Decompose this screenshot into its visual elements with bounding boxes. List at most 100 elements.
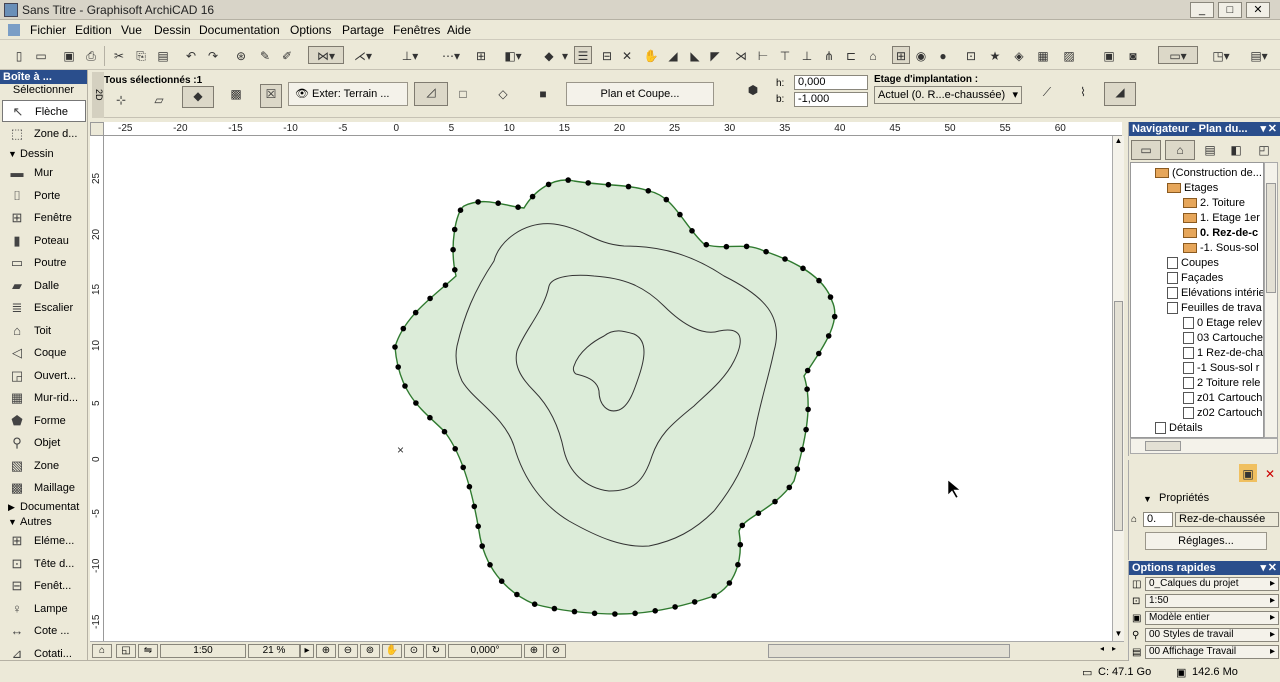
redo-icon[interactable]: ↷ <box>204 46 222 64</box>
tool-fenetre-2[interactable]: ⊟ Fenêt... <box>2 575 86 597</box>
mesh-vertex[interactable] <box>743 243 750 250</box>
delete-view-icon[interactable]: ✕ <box>1261 464 1279 482</box>
zoom-arrow-icon[interactable]: ▸ <box>300 644 314 658</box>
maximize-icon[interactable]: □ <box>1218 2 1242 18</box>
favorites-star-icon[interactable]: ★ <box>986 46 1004 64</box>
print-icon[interactable]: ⎙ <box>82 46 100 64</box>
menu-documentation[interactable]: Documentation <box>199 23 280 37</box>
mesh-vertex[interactable] <box>786 484 793 491</box>
mesh-vertex[interactable] <box>782 256 788 262</box>
mesh-settings-icon[interactable]: ▩ <box>222 84 250 108</box>
mesh-vertex[interactable] <box>479 543 486 549</box>
properties-id[interactable]: 0. <box>1143 512 1173 527</box>
ridge-view-icon[interactable]: ⌇ <box>1068 82 1098 104</box>
3d-view-icon[interactable]: ◉ <box>912 46 930 64</box>
selection-method-icon[interactable]: ⊹ <box>112 90 130 108</box>
tool-ouverture[interactable]: ◲ Ouvert... <box>2 365 86 387</box>
mesh-vertex[interactable] <box>703 241 710 248</box>
trim-icon[interactable]: ⊤ <box>776 46 794 64</box>
teamwork-icon[interactable]: ◙ <box>1124 46 1142 64</box>
home-view-icon[interactable]: ⌂ <box>92 644 112 658</box>
category-autres[interactable]: ▼ Autres <box>2 515 52 529</box>
mesh-vertex[interactable] <box>816 277 822 284</box>
mesh-vertex[interactable] <box>531 601 538 607</box>
tool-dalle[interactable]: ▰ Dalle <box>2 275 86 297</box>
mesh-vertex[interactable] <box>691 599 698 605</box>
tool-poteau[interactable]: ▮ Poteau <box>2 230 86 252</box>
mesh-vertex[interactable] <box>711 593 717 599</box>
resize-icon[interactable]: ⊏ <box>842 46 860 64</box>
cut-icon[interactable]: ✂ <box>110 46 128 64</box>
navigator-scroll-thumb[interactable] <box>1266 183 1276 293</box>
quick-option-select[interactable]: 1:50 ▸ <box>1145 594 1279 608</box>
offset-icon[interactable]: ⋊ <box>732 46 750 64</box>
mesh-vertex[interactable] <box>794 466 801 472</box>
mesh-vertex[interactable] <box>827 294 834 300</box>
navigator-item[interactable]: 2 Toiture rele <box>1131 376 1260 391</box>
orbit-icon[interactable]: ⊙ <box>404 644 424 658</box>
mesh-vertex[interactable] <box>803 426 809 433</box>
scale-field[interactable]: 1:50 <box>160 644 246 658</box>
mesh-vertex[interactable] <box>400 325 407 332</box>
mesh-vertex[interactable] <box>663 196 670 203</box>
navigator-item[interactable]: 2. Toiture <box>1131 196 1245 211</box>
mesh-vertex[interactable] <box>452 267 458 273</box>
mesh-vertex[interactable] <box>475 199 481 205</box>
polygon-method-icon[interactable]: ◿ <box>414 82 448 106</box>
mesh-vertex[interactable] <box>452 446 459 452</box>
scroll-thumb[interactable] <box>1114 301 1123 531</box>
mesh-vertex[interactable] <box>605 181 612 188</box>
mesh-vertex[interactable] <box>460 464 467 471</box>
pan-icon[interactable]: ✋ <box>382 644 402 658</box>
menu-options[interactable]: Options <box>290 23 331 37</box>
split-icon[interactable]: ⊥ <box>798 46 816 64</box>
tool-coque[interactable]: ◁ Coque <box>2 342 86 364</box>
rectangle-method-icon[interactable]: □ <box>454 84 472 102</box>
mesh-vertex[interactable] <box>737 541 744 548</box>
library-icon[interactable]: ◈ <box>1010 46 1028 64</box>
navigator-item[interactable]: -1 Sous-sol r <box>1131 361 1259 376</box>
navigator-item[interactable]: -1. Sous-sol <box>1131 241 1259 256</box>
mesh-vertex[interactable] <box>545 181 552 188</box>
mesh-vertex[interactable] <box>402 383 408 389</box>
mesh-vertex[interactable] <box>585 180 591 186</box>
h-field[interactable]: 0,000 <box>794 75 868 90</box>
guide-line-icon[interactable]: ⋈▾ <box>308 46 344 64</box>
tool-toit[interactable]: ⌂ Toit <box>2 320 86 342</box>
menu-aide[interactable]: Aide <box>447 23 471 37</box>
navigator-item[interactable]: 03 Cartouche <box>1131 331 1263 346</box>
b-field[interactable]: -1,000 <box>794 92 868 107</box>
menu-fichier[interactable]: Fichier <box>30 23 66 37</box>
plan-coupe-button[interactable]: Plan et Coupe... <box>566 82 714 106</box>
navigator-item[interactable]: Feuilles de trava <box>1131 301 1262 316</box>
scroll-right-icon[interactable]: ▸ <box>1112 644 1122 658</box>
mesh-vertex[interactable] <box>515 204 521 210</box>
quick-option-select[interactable]: 00 Styles de travail ▸ <box>1145 628 1279 642</box>
organizer-icon[interactable]: ◳▾ <box>1206 46 1236 64</box>
mesh-vertex[interactable] <box>825 333 832 339</box>
undo-icon[interactable]: ↶ <box>182 46 200 64</box>
navigator-item[interactable]: z01 Cartouch <box>1131 391 1262 406</box>
mesh-vertex[interactable] <box>451 226 458 233</box>
show-reference-icon[interactable]: ⊟ <box>598 46 616 64</box>
navigator-item[interactable]: z02 Cartouch <box>1131 406 1262 421</box>
tool-maillage[interactable]: ▩ Maillage <box>2 477 86 499</box>
rotate-icon[interactable]: ◢ <box>664 46 682 64</box>
mesh-vertex[interactable] <box>514 591 520 598</box>
mesh-vertex[interactable] <box>763 248 769 255</box>
tool-poutre[interactable]: ▭ Poutre <box>2 252 86 274</box>
tool-forme[interactable]: ⬟ Forme <box>2 410 86 432</box>
menu-partage[interactable]: Partage <box>342 23 384 37</box>
linear-view-icon[interactable]: ⟋ <box>1032 82 1062 104</box>
tool-fenetre[interactable]: ⊞ Fenêtre <box>2 207 86 229</box>
snap-guide-icon[interactable]: ⋌▾ <box>348 46 378 64</box>
layer-selector[interactable]: 👁 Exter: Terrain ... <box>288 82 408 106</box>
mesh-vertex[interactable] <box>652 608 658 614</box>
menu-fenetres[interactable]: Fenêtres <box>393 23 440 37</box>
menu-edition[interactable]: Edition <box>75 23 112 37</box>
mesh-vertex[interactable] <box>805 406 811 413</box>
mesh-vertex[interactable] <box>427 295 433 302</box>
mesh-vertex[interactable] <box>612 611 618 617</box>
new-file-icon[interactable]: ▯ <box>10 46 28 64</box>
mesh-vertex[interactable] <box>427 414 433 421</box>
